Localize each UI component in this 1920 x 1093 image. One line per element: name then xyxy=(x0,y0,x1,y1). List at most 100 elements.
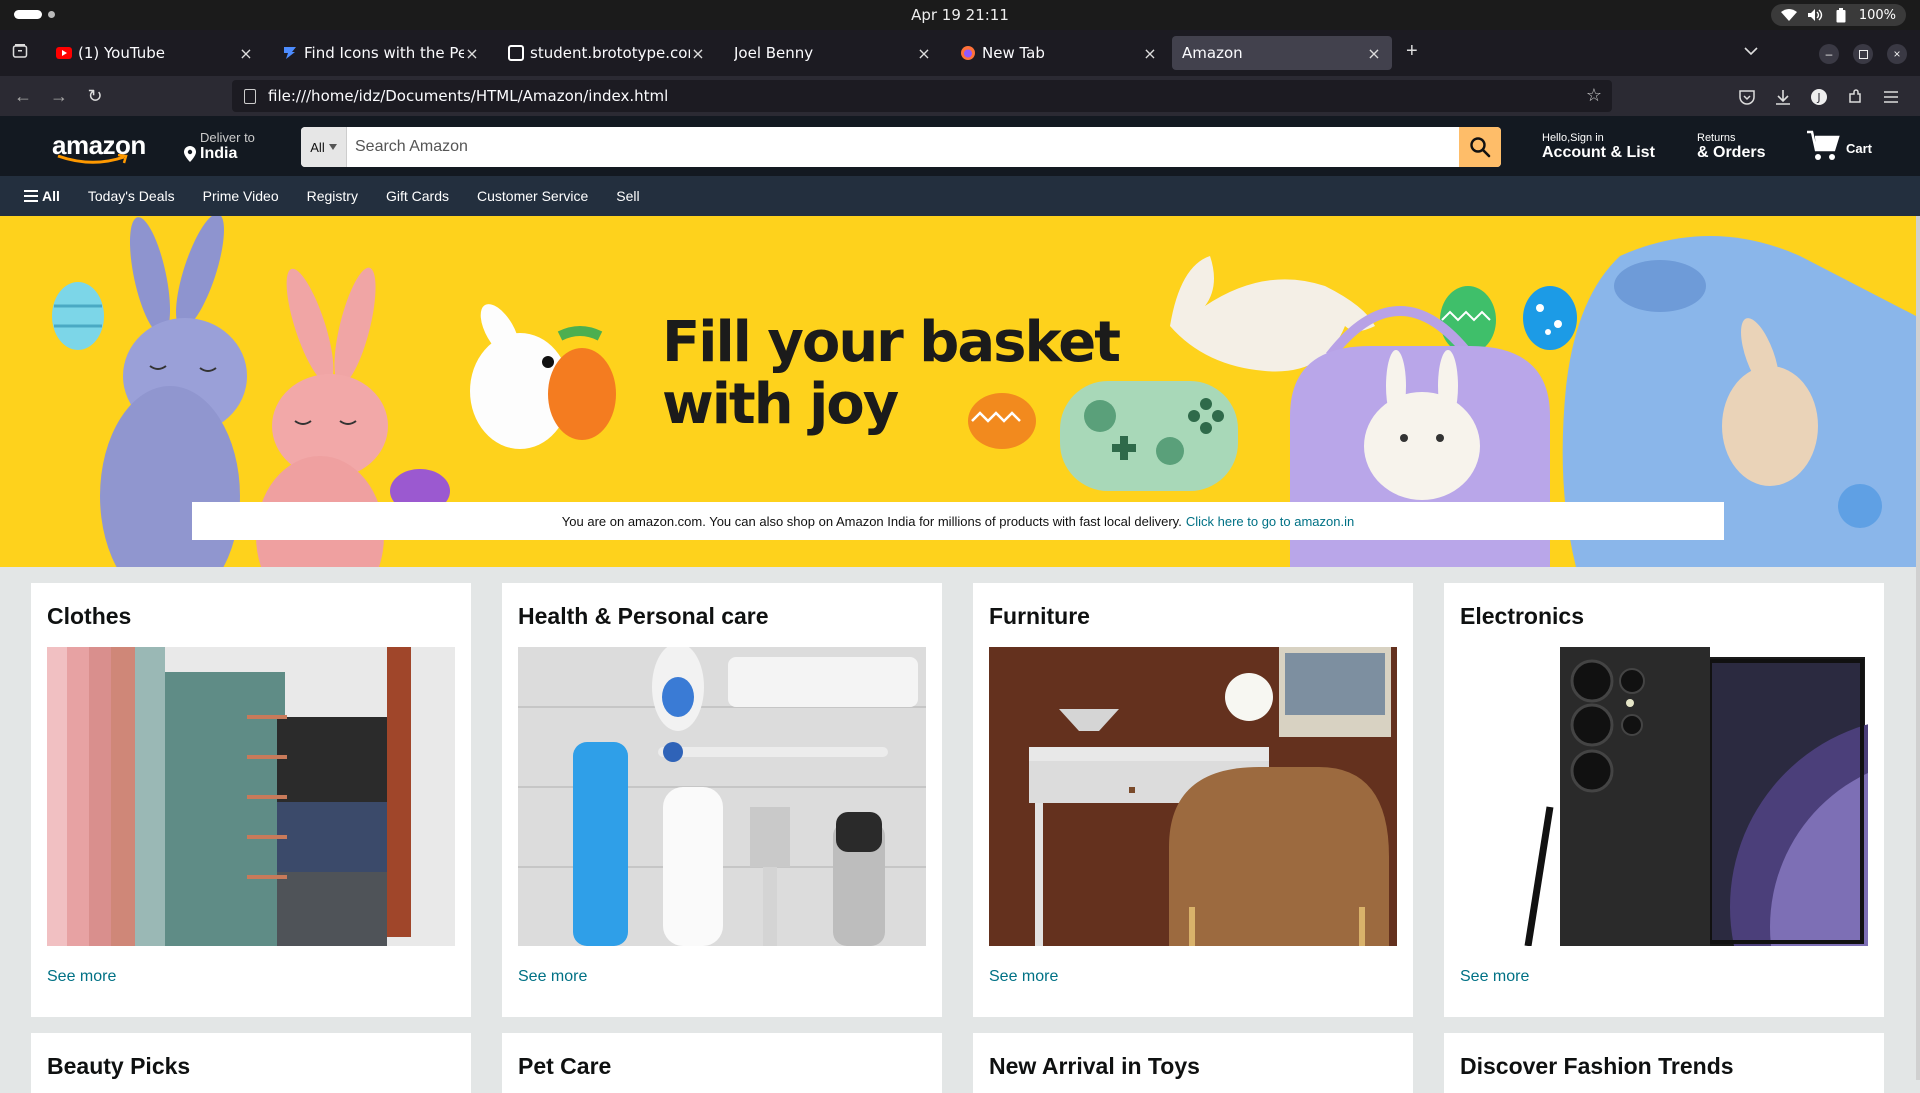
flaticon-icon xyxy=(282,45,298,61)
account-label: Account & List xyxy=(1542,144,1655,161)
desk-illustration xyxy=(989,647,1397,946)
system-top-bar: Apr 19 21:11 100% xyxy=(0,0,1920,30)
bookmark-star-icon[interactable]: ☆ xyxy=(1586,85,1602,106)
search-input[interactable] xyxy=(347,127,1459,167)
amazon-logo[interactable]: amazon xyxy=(52,130,146,166)
youtube-icon xyxy=(56,45,72,61)
reload-icon[interactable]: ↻ xyxy=(84,85,106,107)
category-card-health[interactable]: Health & Personal care See more xyxy=(502,583,942,1017)
hero-banner[interactable]: Fill your basket with joy You are on ama… xyxy=(0,216,1916,567)
subnav-sell[interactable]: Sell xyxy=(616,188,639,204)
signin-greeting: Hello,Sign in xyxy=(1542,132,1604,144)
electronics-image[interactable] xyxy=(1460,647,1868,946)
see-more-link[interactable]: See more xyxy=(989,968,1058,986)
category-card-clothes[interactable]: Clothes See more xyxy=(31,583,471,1017)
maximize-window-button[interactable] xyxy=(1853,44,1873,64)
see-more-link[interactable]: See more xyxy=(47,968,116,986)
hero-headline-line1: Fill your basket xyxy=(662,310,1121,375)
pocket-icon[interactable] xyxy=(1736,86,1758,108)
close-tab-icon[interactable]: × xyxy=(690,44,706,63)
card-title: Clothes xyxy=(47,603,132,629)
browser-navigation-bar: ← → ↻ file:///home/idz/Documents/HTML/Am… xyxy=(0,76,1920,116)
tab-title: Joel Benny xyxy=(734,44,814,62)
see-more-link[interactable]: See more xyxy=(518,968,587,986)
subnav-prime-video[interactable]: Prime Video xyxy=(203,188,279,204)
tab-new-tab[interactable]: New Tab × xyxy=(950,36,1168,70)
close-tab-icon[interactable]: × xyxy=(1142,44,1158,63)
deliver-country: India xyxy=(200,145,238,162)
close-tab-icon[interactable]: × xyxy=(238,44,254,63)
account-and-lists[interactable]: Hello,Sign in Account & List xyxy=(1542,132,1655,162)
tab-joel-benny[interactable]: Joel Benny × xyxy=(724,36,942,70)
subnav-all-menu[interactable]: All xyxy=(24,188,60,204)
url-text: file:///home/idz/Documents/HTML/Amazon/i… xyxy=(268,87,669,105)
tab-title: student.brototype.com/ xyxy=(530,44,690,62)
see-more-link[interactable]: See more xyxy=(1460,968,1529,986)
menu-icon[interactable] xyxy=(1880,86,1902,108)
tab-flaticon[interactable]: Find Icons with the Perfect × xyxy=(272,36,490,70)
tab-youtube[interactable]: (1) YouTube × xyxy=(46,36,264,70)
tab-title: Amazon xyxy=(1182,44,1243,62)
browser-tab-strip: (1) YouTube × Find Icons with the Perfec… xyxy=(0,30,1920,76)
category-card-toys[interactable]: New Arrival in Toys xyxy=(973,1033,1413,1093)
category-card-furniture[interactable]: Furniture See more xyxy=(973,583,1413,1017)
hero-headline-line2: with joy xyxy=(662,372,899,437)
tab-title: New Tab xyxy=(982,44,1045,62)
deliver-to[interactable]: Deliver to India xyxy=(184,130,255,163)
amazon-header: amazon Deliver to India All Hello,Sign i… xyxy=(0,116,1920,176)
search-icon xyxy=(1470,137,1491,158)
category-card-beauty[interactable]: Beauty Picks xyxy=(31,1033,471,1093)
furniture-image[interactable] xyxy=(989,647,1397,946)
card-title: Health & Personal care xyxy=(518,603,769,629)
minimize-window-button[interactable]: – xyxy=(1819,44,1839,64)
category-card-fashion[interactable]: Discover Fashion Trends xyxy=(1444,1033,1884,1093)
location-pin-icon xyxy=(184,146,196,162)
account-avatar-icon[interactable]: J xyxy=(1808,86,1830,108)
go-to-amazon-in-link[interactable]: Click here to go to amazon.in xyxy=(1186,514,1354,529)
logo-smile-icon xyxy=(57,154,128,164)
clothes-image[interactable] xyxy=(47,647,455,946)
chevron-down-icon xyxy=(328,144,337,150)
tab-amazon[interactable]: Amazon × xyxy=(1172,36,1392,70)
page-scrollbar[interactable] xyxy=(1916,216,1920,1080)
orders-label: & Orders xyxy=(1697,144,1766,161)
amazon-subnav: All Today's Deals Prime Video Registry G… xyxy=(0,176,1920,216)
svg-text:J: J xyxy=(1816,91,1820,104)
search-button[interactable] xyxy=(1459,127,1501,167)
back-icon[interactable]: ← xyxy=(12,85,34,107)
close-window-button[interactable]: × xyxy=(1887,44,1907,64)
search-category-select[interactable]: All xyxy=(301,127,347,167)
category-card-electronics[interactable]: Electronics See more xyxy=(1444,583,1884,1017)
address-bar[interactable]: file:///home/idz/Documents/HTML/Amazon/i… xyxy=(232,80,1612,112)
close-tab-icon[interactable]: × xyxy=(1366,44,1382,63)
health-image[interactable] xyxy=(518,647,926,946)
tab-brototype[interactable]: student.brototype.com/ × xyxy=(498,36,716,70)
region-notice: You are on amazon.com. You can also shop… xyxy=(192,502,1724,540)
close-tab-icon[interactable]: × xyxy=(464,44,480,63)
extensions-icon[interactable] xyxy=(1844,86,1866,108)
card-title: Furniture xyxy=(989,603,1090,629)
subnav-customer-service[interactable]: Customer Service xyxy=(477,188,588,204)
hamburger-menu-icon xyxy=(24,190,38,202)
clothes-illustration xyxy=(47,647,455,946)
close-tab-icon[interactable]: × xyxy=(916,44,932,63)
deliver-label: Deliver to xyxy=(200,130,255,145)
battery-percentage: 100% xyxy=(1858,7,1896,23)
returns-and-orders[interactable]: Returns & Orders xyxy=(1697,132,1765,162)
brototype-icon xyxy=(508,45,524,61)
subnav-registry[interactable]: Registry xyxy=(307,188,358,204)
list-all-tabs-icon[interactable] xyxy=(1744,43,1758,61)
card-title: Electronics xyxy=(1460,603,1584,629)
downloads-icon[interactable] xyxy=(1772,86,1794,108)
subnav-todays-deals[interactable]: Today's Deals xyxy=(88,188,175,204)
cart-button[interactable]: Cart xyxy=(1806,130,1872,162)
personal-care-illustration xyxy=(518,647,926,946)
subnav-gift-cards[interactable]: Gift Cards xyxy=(386,188,449,204)
new-tab-icon[interactable]: + xyxy=(1406,40,1418,63)
forward-icon[interactable]: → xyxy=(48,85,70,107)
system-tray[interactable]: 100% xyxy=(1770,4,1906,26)
system-clock[interactable]: Apr 19 21:11 xyxy=(0,6,1920,24)
search-category-value: All xyxy=(310,139,325,155)
category-card-pet-care[interactable]: Pet Care xyxy=(502,1033,942,1093)
firefox-view-icon[interactable] xyxy=(12,43,28,64)
